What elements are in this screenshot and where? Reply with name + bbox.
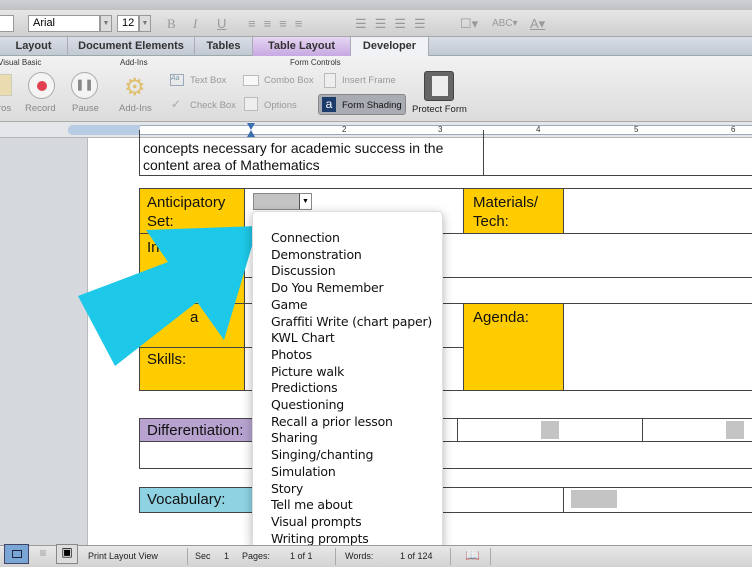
dropdown-option[interactable]: Demonstration bbox=[271, 247, 362, 262]
dropdown-option[interactable]: Simulation bbox=[271, 464, 336, 479]
section-label: Sec bbox=[195, 551, 211, 561]
pages-value: 1 of 1 bbox=[290, 551, 313, 561]
dropdown-option[interactable]: Visual prompts bbox=[271, 514, 362, 529]
section-value: 1 bbox=[224, 551, 230, 561]
dropdown-option[interactable]: Game bbox=[271, 297, 308, 312]
dropdown-option[interactable]: KWL Chart bbox=[271, 330, 335, 345]
dropdown-option[interactable]: Tell me about bbox=[271, 497, 353, 512]
dropdown-option[interactable]: Connection bbox=[271, 230, 340, 245]
dropdown-option[interactable]: Writing prompts bbox=[271, 531, 369, 546]
dropdown-option[interactable]: Do You Remember bbox=[271, 280, 384, 295]
status-bar: ≡ ▣ Print Layout View Sec 1 Pages: 1 of … bbox=[0, 544, 752, 567]
dropdown-option[interactable]: Singing/chanting bbox=[271, 447, 373, 462]
outline-view-button[interactable]: ≡ bbox=[32, 546, 54, 564]
dropdown-option[interactable]: Recall a prior lesson bbox=[271, 414, 393, 429]
dropdown-option[interactable]: Questioning bbox=[271, 397, 344, 412]
dropdown-option[interactable]: Photos bbox=[271, 347, 312, 362]
words-label: Words: bbox=[345, 551, 374, 561]
spelling-check-icon[interactable]: 📖 bbox=[465, 548, 480, 562]
dropdown-option[interactable]: Predictions bbox=[271, 380, 338, 395]
arrow-icon bbox=[78, 226, 258, 366]
combo-box-dropdown-menu[interactable]: Connection Demonstration Discussion Do You … bbox=[252, 211, 443, 548]
dropdown-option[interactable]: Picture walk bbox=[271, 364, 344, 379]
view-name: Print Layout View bbox=[88, 551, 158, 561]
dropdown-option[interactable]: Discussion bbox=[271, 263, 336, 278]
words-value: 1 of 124 bbox=[400, 551, 433, 561]
full-screen-view-button[interactable]: ▣ bbox=[56, 544, 78, 564]
print-layout-view-button[interactable] bbox=[4, 544, 29, 564]
dropdown-option[interactable]: Graffiti Write (chart paper) bbox=[271, 314, 432, 329]
pages-label: Pages: bbox=[242, 551, 271, 561]
dropdown-option[interactable]: Story bbox=[271, 481, 303, 496]
dropdown-option[interactable]: Sharing bbox=[271, 430, 318, 445]
